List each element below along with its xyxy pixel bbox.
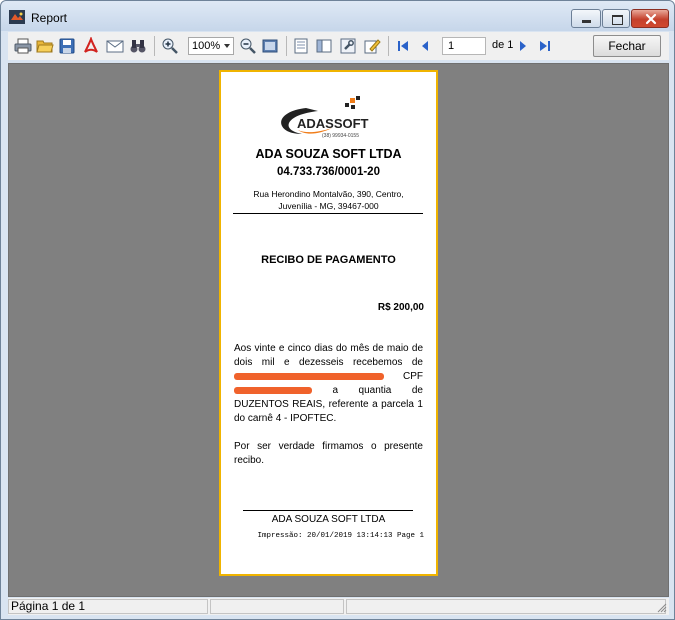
receipt-paragraph-end: DUZENTOS REAIS, referente a parcela 1 do… <box>234 399 423 424</box>
maximize-button[interactable] <box>602 9 630 28</box>
report-preview-area[interactable]: ADASSOFT (38) 99934-0155 ADA SOUZA SOFT … <box>8 63 669 597</box>
print-icon[interactable] <box>14 37 32 55</box>
quantia-text: a quantia de <box>332 385 424 396</box>
settings-icon[interactable] <box>339 37 357 55</box>
first-page-icon[interactable] <box>394 37 412 55</box>
page-setup-icon[interactable] <box>292 37 310 55</box>
page-number-value: 1 <box>448 40 455 52</box>
redacted-cpf <box>234 386 312 394</box>
next-page-icon[interactable] <box>514 37 532 55</box>
page-number-input[interactable]: 1 <box>442 37 486 55</box>
resize-grip-icon[interactable] <box>657 603 667 613</box>
last-page-icon[interactable] <box>536 37 554 55</box>
zoom-select[interactable]: 100% <box>188 37 234 55</box>
find-icon[interactable] <box>129 37 147 55</box>
logo-phone: (38) 99934-0155 <box>322 133 359 139</box>
single-page-icon[interactable] <box>261 37 279 55</box>
company-logo: ADASSOFT (38) 99934-0155 <box>281 96 369 139</box>
logo-text: ADASSOFT <box>297 116 369 131</box>
chevron-down-icon <box>224 44 230 48</box>
close-icon <box>645 13 657 25</box>
status-page-info: Página 1 de 1 <box>8 599 208 614</box>
minimize-button[interactable] <box>571 9 601 28</box>
receipt-closing: Por ser verdade firmamos o presente reci… <box>234 441 423 466</box>
receipt-page: ADASSOFT (38) 99934-0155 ADA SOUZA SOFT … <box>219 70 438 576</box>
toolbar-separator <box>154 36 155 56</box>
zoom-out-icon[interactable] <box>239 37 257 55</box>
close-window-button[interactable] <box>631 9 669 28</box>
status-cell-2 <box>210 599 344 614</box>
cpf-label: CPF <box>403 371 423 382</box>
print-timestamp: Impressão: 20/01/2019 13:14:13 Page 1 <box>257 532 424 540</box>
signature-name: ADA SOUZA SOFT LTDA <box>271 514 386 525</box>
pdf-icon[interactable] <box>82 37 100 55</box>
edit-icon[interactable] <box>363 37 381 55</box>
report-window: Report 100% 1 de 1 Fechar ADASSOFT (38) … <box>0 0 675 620</box>
signature-line <box>243 510 413 511</box>
receipt-body: Aos vinte e cinco dias do mês de maio de… <box>234 342 423 482</box>
address-line-1: Rua Herondino Montalvão, 390, Centro, <box>253 189 404 199</box>
company-name: ADA SOUZA SOFT LTDA <box>255 147 402 161</box>
previous-page-icon[interactable] <box>416 37 434 55</box>
toolbar-separator <box>286 36 287 56</box>
status-bar: Página 1 de 1 <box>8 598 669 615</box>
company-address: Rua Herondino Montalvão, 390, Centro, Ju… <box>231 188 426 212</box>
title-bar[interactable]: Report <box>1 1 674 31</box>
status-cell-3 <box>346 599 666 614</box>
receipt-paragraph-start: Aos vinte e cinco dias do mês de maio de… <box>234 343 423 368</box>
close-report-button[interactable]: Fechar <box>593 35 661 57</box>
save-icon[interactable] <box>58 37 76 55</box>
page-count-label: de 1 <box>492 39 514 51</box>
receipt-title: RECIBO DE PAGAMENTO <box>261 254 396 266</box>
open-icon[interactable] <box>36 37 54 55</box>
app-icon <box>9 10 25 24</box>
toolbar: 100% 1 de 1 Fechar <box>8 32 669 60</box>
receipt-amount: R$ 200,00 <box>377 302 424 313</box>
zoom-in-icon[interactable] <box>161 37 179 55</box>
address-line-2: Juvenília - MG, 39467-000 <box>278 201 379 211</box>
thumbnails-icon[interactable] <box>315 37 333 55</box>
header-divider <box>233 213 423 214</box>
toolbar-separator <box>388 36 389 56</box>
email-icon[interactable] <box>106 37 124 55</box>
window-title: Report <box>31 11 68 25</box>
zoom-value: 100% <box>192 40 221 52</box>
company-cnpj: 04.733.736/0001-20 <box>277 166 380 178</box>
redacted-payer-name <box>234 372 384 380</box>
